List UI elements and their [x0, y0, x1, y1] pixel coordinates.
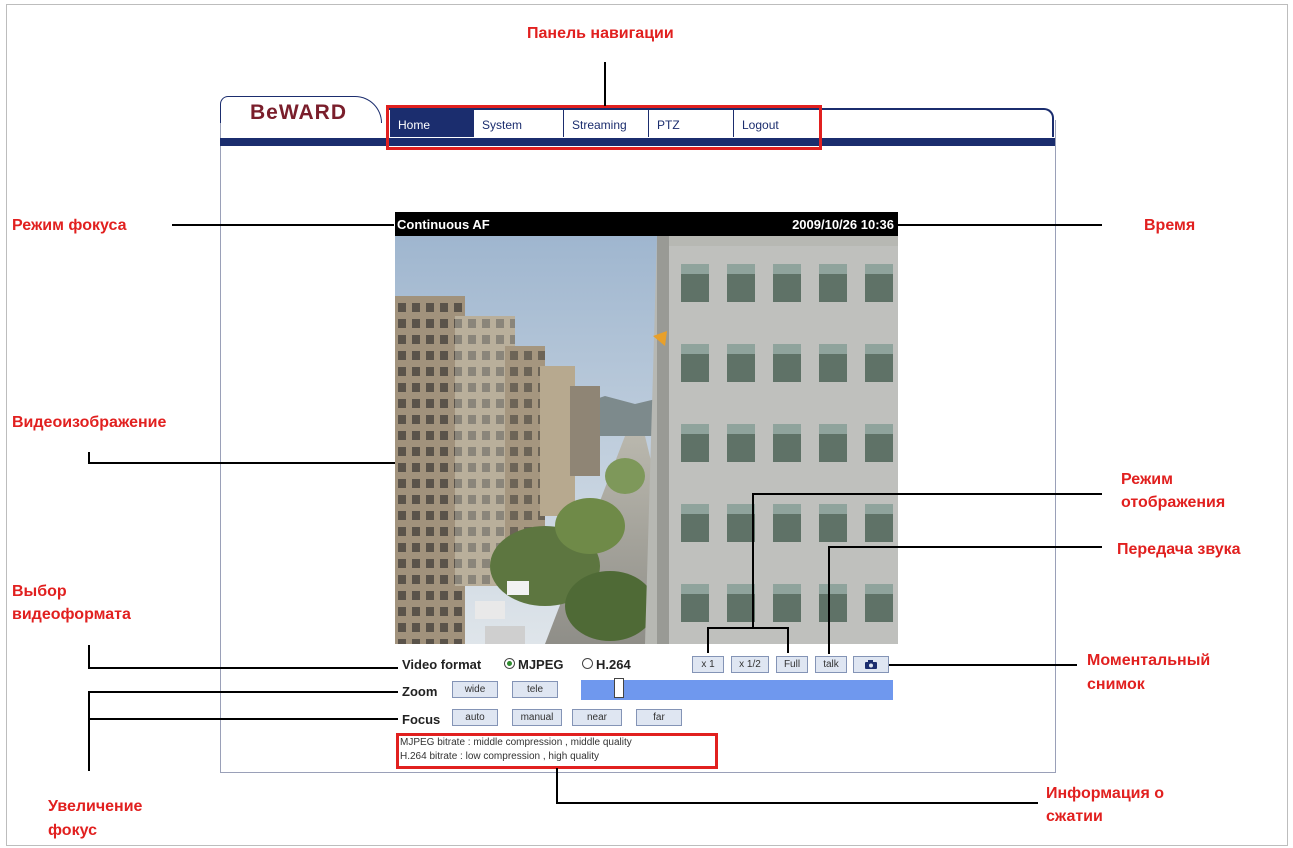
annotation-video-image: Видеоизображение [12, 414, 167, 431]
video-header: Continuous AF 2009/10/26 10:36 [395, 212, 898, 236]
h264-label: H.264 [596, 657, 631, 672]
view-x1-button[interactable]: x 1 [692, 656, 724, 673]
focus-callout-line-h [88, 718, 398, 720]
focus-manual-button[interactable]: manual [512, 709, 562, 726]
annotation-snapshot-1: Моментальный [1087, 652, 1211, 669]
annotation-display-mode-1: Режим [1121, 471, 1173, 488]
radio-selected-dot [507, 661, 512, 666]
mjpeg-radio[interactable] [504, 658, 515, 669]
annotation-zoom-focus-2: фокус [48, 822, 97, 839]
h264-radio[interactable] [582, 658, 593, 669]
compression-highlight-box [396, 733, 718, 769]
zoom-slider-thumb[interactable] [614, 678, 624, 698]
focus-mode-text: Continuous AF [397, 217, 490, 232]
zoom-callout-line-h [88, 691, 398, 693]
annotation-snapshot-2: снимок [1087, 676, 1145, 693]
zoom-slider-track[interactable] [581, 680, 893, 700]
view-half-button[interactable]: x 1/2 [731, 656, 769, 673]
format-callout-line-h [88, 667, 398, 669]
annotation-compression-1: Информация о [1046, 785, 1165, 802]
annotation-format-select-2: видеоформата [12, 606, 131, 623]
display-mode-bracket-h [707, 627, 789, 629]
audio-callout-line-h [828, 546, 1102, 548]
mjpeg-label: MJPEG [518, 657, 564, 672]
annotation-time: Время [1144, 217, 1196, 234]
beward-logo: BeWARD [250, 101, 348, 124]
format-callout-line-v [88, 645, 90, 669]
annotation-display-mode-2: отображения [1121, 494, 1226, 511]
display-mode-callout-line-h [752, 493, 1102, 495]
annotation-nav-panel: Панель навигации [527, 25, 674, 42]
audio-callout-line-v [828, 546, 830, 654]
compression-callout-line-v [556, 768, 558, 804]
zoom-focus-callout-line-v [88, 691, 90, 771]
view-full-button[interactable]: Full [776, 656, 808, 673]
zoom-tele-button[interactable]: tele [512, 681, 558, 698]
display-mode-callout-line-v [752, 493, 754, 629]
annotation-audio: Передача звука [1117, 541, 1241, 558]
camera-icon [865, 660, 877, 669]
video-callout-line-h [88, 462, 395, 464]
snapshot-callout-line [889, 664, 1077, 666]
focus-label: Focus [402, 712, 441, 727]
zoom-wide-button[interactable]: wide [452, 681, 498, 698]
nav-callout-line [604, 62, 606, 106]
focus-far-button[interactable]: far [636, 709, 682, 726]
focus-auto-button[interactable]: auto [452, 709, 498, 726]
time-callout-line [898, 224, 1102, 226]
annotation-zoom-focus-1: Увеличение [48, 798, 143, 815]
focus-mode-callout-line [172, 224, 394, 226]
annotation-format-select-1: Выбор [12, 583, 67, 600]
zoom-label: Zoom [402, 684, 438, 699]
nav-highlight-box [386, 105, 822, 150]
display-mode-bracket-right [787, 627, 789, 653]
compression-callout-line-h [556, 802, 1038, 804]
snapshot-button[interactable] [853, 656, 889, 673]
datetime-text: 2009/10/26 10:36 [792, 217, 894, 232]
video-callout-line-v [88, 452, 90, 464]
talk-button[interactable]: talk [815, 656, 847, 673]
video-format-label: Video format [402, 657, 482, 672]
video-scene-image [395, 236, 898, 644]
annotation-compression-2: сжатии [1046, 808, 1103, 825]
annotation-focus-mode: Режим фокуса [12, 217, 127, 234]
display-mode-bracket-left [707, 627, 709, 653]
focus-near-button[interactable]: near [572, 709, 622, 726]
video-stream[interactable] [395, 236, 898, 644]
